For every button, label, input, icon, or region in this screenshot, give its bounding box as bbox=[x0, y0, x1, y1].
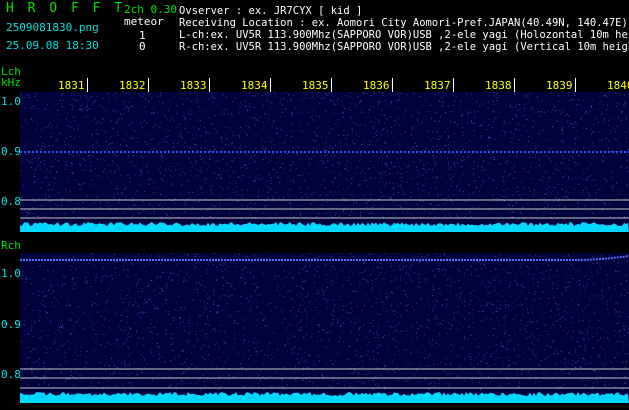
lch-spectrogram bbox=[20, 92, 629, 232]
datetime-label: 25.09.08 18:30 bbox=[6, 39, 99, 52]
time-tick-mark bbox=[148, 78, 149, 92]
app-title: H R O F F T bbox=[6, 1, 126, 16]
observer-info: Ovserver : ex. JR7CYX [ kid ] bbox=[179, 5, 363, 17]
time-tick-label: 1837 bbox=[424, 79, 451, 92]
time-tick-label: 1835 bbox=[302, 79, 329, 92]
time-tick-label: 1834 bbox=[241, 79, 268, 92]
time-tick-label: 1833 bbox=[180, 79, 207, 92]
lch-freq-label-3: 0.8 bbox=[1, 195, 21, 208]
time-tick-label: 1839 bbox=[546, 79, 573, 92]
spectrogram-bg bbox=[20, 92, 629, 232]
filename-label: 2509081830.png bbox=[6, 21, 99, 34]
time-tick-label: 1831 bbox=[58, 79, 85, 92]
time-tick-label: 1840 bbox=[607, 79, 629, 92]
time-tick-label: 1838 bbox=[485, 79, 512, 92]
time-tick-label: 1836 bbox=[363, 79, 390, 92]
rch-freq-label-1: 1.0 bbox=[1, 267, 21, 280]
time-tick-mark bbox=[270, 78, 271, 92]
rch-label: Rch bbox=[1, 239, 21, 252]
time-tick-mark bbox=[514, 78, 515, 92]
unit-label: kHz bbox=[1, 76, 21, 89]
time-tick-mark bbox=[87, 78, 88, 92]
time-tick-mark bbox=[392, 78, 393, 92]
time-tick-mark bbox=[331, 78, 332, 92]
meteor-count-rch: 0 bbox=[139, 40, 146, 53]
rch-freq-label-3: 0.8 bbox=[1, 368, 21, 381]
lch-freq-label-2: 0.9 bbox=[1, 145, 21, 158]
time-tick-label: 1832 bbox=[119, 79, 146, 92]
rch-freq-label-2: 0.9 bbox=[1, 318, 21, 331]
time-tick-mark bbox=[453, 78, 454, 92]
location-info: Receiving Location : ex. Aomori City Aom… bbox=[179, 17, 628, 29]
meteor-label: meteor bbox=[124, 15, 164, 28]
time-tick-mark bbox=[209, 78, 210, 92]
rch-spectrogram bbox=[20, 253, 629, 403]
lch-freq-label-1: 1.0 bbox=[1, 95, 21, 108]
time-tick-mark bbox=[575, 78, 576, 92]
rch-info: R-ch:ex. UV5R 113.900Mhz(SAPPORO VOR)USB… bbox=[179, 41, 629, 53]
lch-info: L-ch:ex. UV5R 113.900Mhz(SAPPORO VOR)USB… bbox=[179, 29, 629, 41]
